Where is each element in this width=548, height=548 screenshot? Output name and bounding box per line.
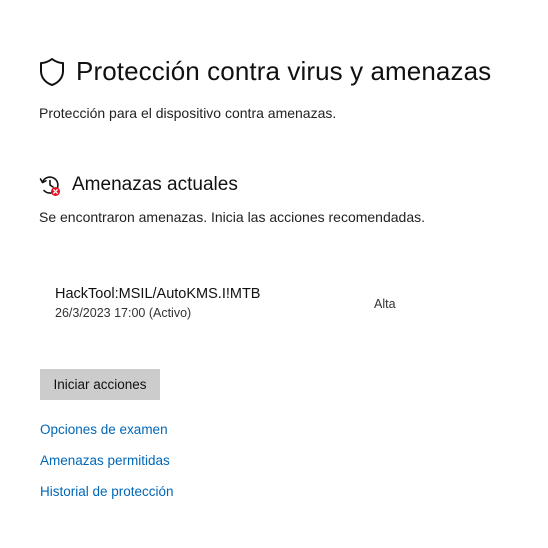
- protection-history-link[interactable]: Historial de protección: [40, 484, 174, 499]
- threat-severity: Alta: [374, 297, 396, 311]
- threat-name: HackTool:MSIL/AutoKMS.I!MTB: [55, 286, 261, 302]
- page-title: Protección contra virus y amenazas: [76, 56, 492, 86]
- current-threats-header: Amenazas actuales: [38, 173, 238, 197]
- page-subtitle: Protección para el dispositivo contra am…: [39, 105, 337, 121]
- history-alert-icon: [38, 173, 62, 197]
- threat-date: 26/3/2023 17:00 (Activo): [55, 306, 192, 320]
- start-actions-button[interactable]: Iniciar acciones: [40, 369, 160, 400]
- allowed-threats-link[interactable]: Amenazas permitidas: [40, 453, 170, 468]
- current-threats-description: Se encontraron amenazas. Inicia las acci…: [39, 209, 425, 225]
- page-header: Protección contra virus y amenazas: [38, 56, 491, 87]
- current-threats-title: Amenazas actuales: [72, 174, 238, 195]
- scan-options-link[interactable]: Opciones de examen: [40, 422, 168, 437]
- virus-threat-protection-page: Protección contra virus y amenazas Prote…: [0, 0, 548, 548]
- shield-icon: [38, 57, 66, 87]
